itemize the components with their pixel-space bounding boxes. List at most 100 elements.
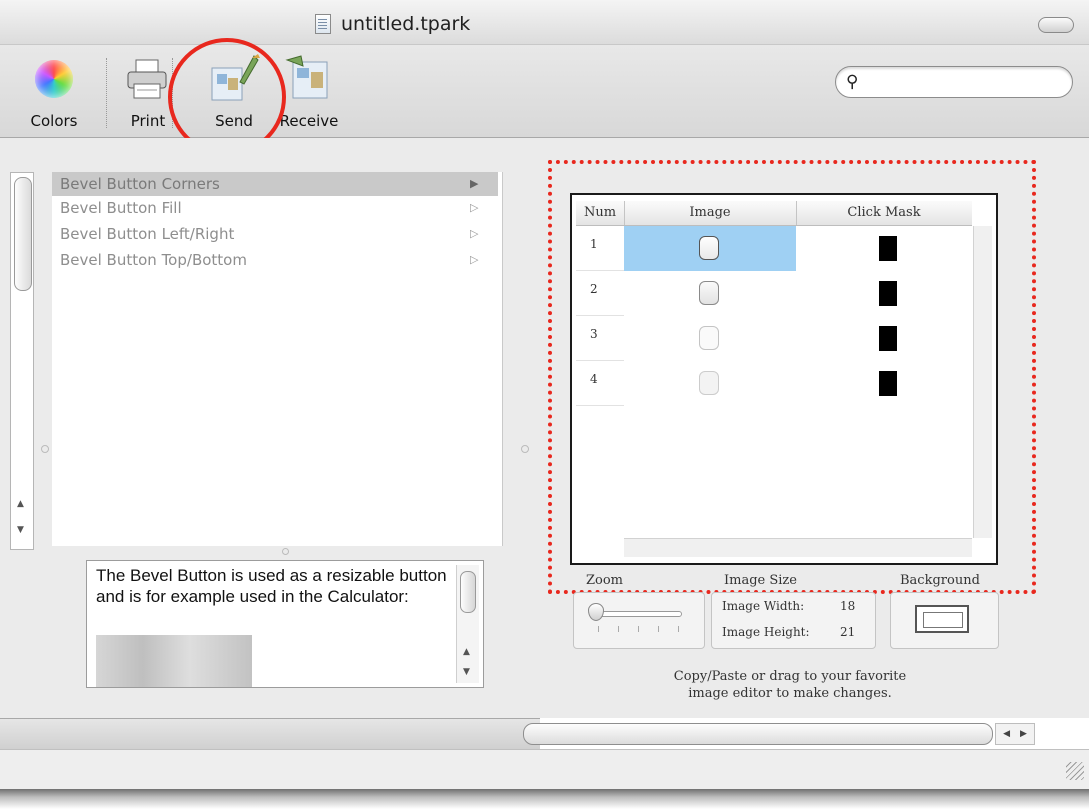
magnifier-icon: ⚲	[846, 72, 859, 92]
image-width-row: Image Width: 18	[722, 599, 872, 613]
window-title: untitled.tpark	[341, 13, 471, 35]
slider-tick	[598, 626, 599, 632]
disclosure-arrow-icon: ▷	[470, 227, 479, 240]
splitter-handle[interactable]	[282, 548, 289, 555]
scroll-right-arrow-icon[interactable]: ▶	[1020, 729, 1027, 739]
zoom-slider-knob[interactable]	[588, 603, 604, 621]
row-number: 1	[576, 226, 624, 271]
background-swatch-button[interactable]	[915, 605, 969, 633]
zoom-slider-track[interactable]	[592, 611, 682, 617]
description-box[interactable]: The Bevel Button is used as a resizable …	[86, 560, 484, 688]
row-number: 4	[576, 361, 624, 406]
receive-label: Receive	[279, 112, 339, 130]
toolbar-separator	[106, 58, 108, 128]
list-item[interactable]: Bevel Button Fill ▷	[52, 196, 498, 220]
disclosure-arrow-icon: ▷	[470, 253, 479, 266]
slider-tick	[678, 626, 679, 632]
column-header-num[interactable]: Num	[576, 205, 624, 220]
image-size-label: Image Size	[724, 573, 797, 588]
image-cell[interactable]	[624, 271, 796, 316]
receive-button[interactable]: Receive	[272, 52, 346, 130]
disclosure-arrow-icon: ▷	[470, 201, 479, 214]
bevel-button-preview	[96, 635, 252, 687]
click-mask-swatch[interactable]	[879, 371, 897, 396]
printer-icon	[127, 59, 167, 99]
slider-tick	[638, 626, 639, 632]
list-item-label: Bevel Button Left/Right	[60, 225, 235, 243]
editor-horizontal-scrollbar[interactable]	[523, 723, 993, 745]
column-header-click-mask[interactable]: Click Mask	[796, 205, 972, 220]
image-size-box: Image Width: 18 Image Height: 21	[711, 592, 876, 649]
table-vertical-scrollbar[interactable]	[973, 226, 992, 538]
disclosure-arrow-icon: ▶	[470, 177, 479, 190]
color-wheel-icon	[35, 60, 73, 98]
send-label: Send	[215, 112, 253, 130]
background-control	[890, 592, 999, 649]
click-mask-swatch[interactable]	[879, 326, 897, 351]
window-shadow	[0, 789, 1089, 809]
list-item-label: Bevel Button Fill	[60, 199, 182, 217]
list-item[interactable]: Bevel Button Corners ▶	[52, 172, 498, 196]
image-width-value: 18	[840, 599, 856, 613]
search-input[interactable]	[870, 72, 1054, 90]
document-icon	[315, 14, 331, 34]
hint-line: Copy/Paste or drag to your favorite	[673, 669, 907, 684]
slider-tick	[618, 626, 619, 632]
bevel-corner-image	[699, 236, 719, 260]
list-item-label: Bevel Button Corners	[60, 175, 220, 193]
scroll-arrows: ◀ ▶	[995, 723, 1035, 745]
window-title-group: untitled.tpark	[315, 12, 470, 36]
splitter-handle[interactable]	[41, 445, 49, 453]
title-bar	[0, 0, 1089, 45]
print-label: Print	[130, 112, 166, 130]
description-text: The Bevel Button is used as a resizable …	[96, 566, 447, 606]
part-list: Bevel Button Corners ▶ Bevel Button Fill…	[52, 172, 503, 546]
row-number: 3	[576, 316, 624, 361]
send-button[interactable]: Send	[198, 52, 270, 130]
image-height-value: 21	[840, 625, 856, 639]
scroll-thumb[interactable]	[460, 571, 476, 613]
image-height-row: Image Height: 21	[722, 625, 872, 639]
scroll-up-arrow-icon[interactable]: ▲	[17, 499, 24, 509]
edit-hint: Copy/Paste or drag to your favorite imag…	[600, 668, 980, 702]
receive-icon	[285, 55, 328, 99]
splitter-handle[interactable]	[521, 445, 529, 453]
send-icon	[211, 54, 260, 101]
background-label: Background	[900, 573, 980, 588]
left-bottom-bar	[0, 718, 540, 749]
click-mask-swatch[interactable]	[879, 281, 897, 306]
list-item[interactable]: Bevel Button Top/Bottom ▷	[52, 248, 498, 272]
scroll-thumb[interactable]	[14, 177, 32, 291]
hint-line: image editor to make changes.	[688, 686, 892, 701]
resize-grip-icon[interactable]	[1066, 762, 1084, 780]
search-field[interactable]: ⚲	[835, 66, 1073, 98]
description-scrollbar[interactable]: ▲ ▼	[456, 565, 479, 683]
row-number: 2	[576, 271, 624, 316]
status-bar	[0, 749, 1089, 790]
colors-label: Colors	[30, 112, 78, 130]
slider-tick	[658, 626, 659, 632]
bevel-corner-image	[699, 281, 719, 305]
scroll-down-arrow-icon[interactable]: ▼	[463, 667, 470, 677]
image-cell[interactable]	[624, 316, 796, 361]
zoom-label: Zoom	[586, 573, 624, 588]
image-height-label: Image Height:	[722, 625, 810, 639]
list-item-label: Bevel Button Top/Bottom	[60, 251, 247, 269]
column-header-image[interactable]: Image	[624, 205, 796, 220]
image-cell-selected[interactable]	[624, 226, 796, 271]
bevel-corner-image	[699, 326, 719, 350]
scroll-left-arrow-icon[interactable]: ◀	[1003, 729, 1010, 739]
image-table: Num Image Click Mask 1 2 3 4	[570, 193, 998, 565]
zoom-control	[573, 592, 705, 649]
toolbar-separator	[172, 58, 174, 128]
scroll-down-arrow-icon[interactable]: ▼	[17, 525, 24, 535]
scroll-up-arrow-icon[interactable]: ▲	[463, 647, 470, 657]
print-button[interactable]: Print	[116, 56, 180, 130]
image-cell[interactable]	[624, 361, 796, 406]
click-mask-swatch[interactable]	[879, 236, 897, 261]
colors-button[interactable]: Colors	[24, 60, 84, 130]
toolbar-toggle-button[interactable]	[1038, 17, 1074, 33]
table-horizontal-scrollbar[interactable]	[624, 538, 972, 557]
list-item[interactable]: Bevel Button Left/Right ▷	[52, 222, 498, 246]
part-list-scrollbar[interactable]: ▲ ▼	[10, 172, 34, 550]
